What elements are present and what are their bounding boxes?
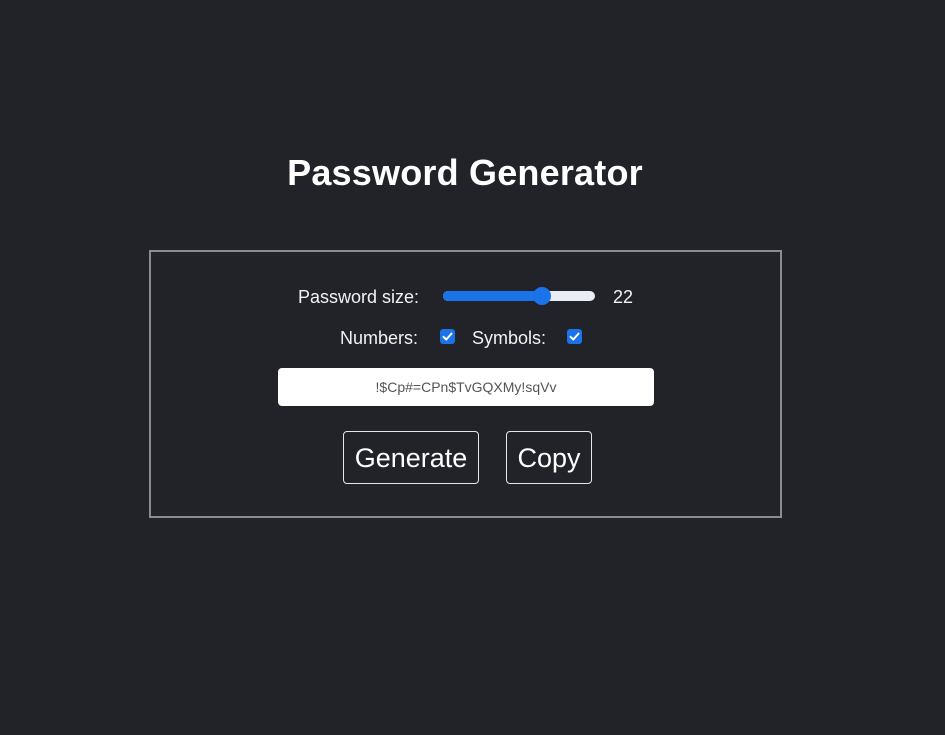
checkmark-icon <box>569 332 580 341</box>
generate-button[interactable]: Generate <box>343 431 479 484</box>
password-size-row: Password size: 22 <box>151 285 780 309</box>
password-size-label: Password size: <box>298 287 420 307</box>
symbols-checkbox[interactable] <box>567 329 582 344</box>
copy-button[interactable]: Copy <box>506 431 592 484</box>
password-output[interactable]: !$Cp#=CPn$TvGQXMy!sqVv <box>278 368 654 406</box>
numbers-checkbox[interactable] <box>440 329 455 344</box>
slider-thumb[interactable] <box>532 287 551 305</box>
options-row: Numbers: Symbols: <box>151 326 780 350</box>
generator-panel: Password size: 22 Numbers: Symbols: !$Cp… <box>149 250 782 518</box>
symbols-label: Symbols: <box>472 328 547 348</box>
checkmark-icon <box>442 332 453 341</box>
numbers-label: Numbers: <box>340 328 419 348</box>
page-title: Password Generator <box>287 152 643 193</box>
slider-fill <box>443 291 542 301</box>
page: Password Generator Password size: 22 Num… <box>0 0 945 735</box>
password-size-value: 22 <box>613 287 634 307</box>
password-size-slider[interactable] <box>443 287 595 305</box>
